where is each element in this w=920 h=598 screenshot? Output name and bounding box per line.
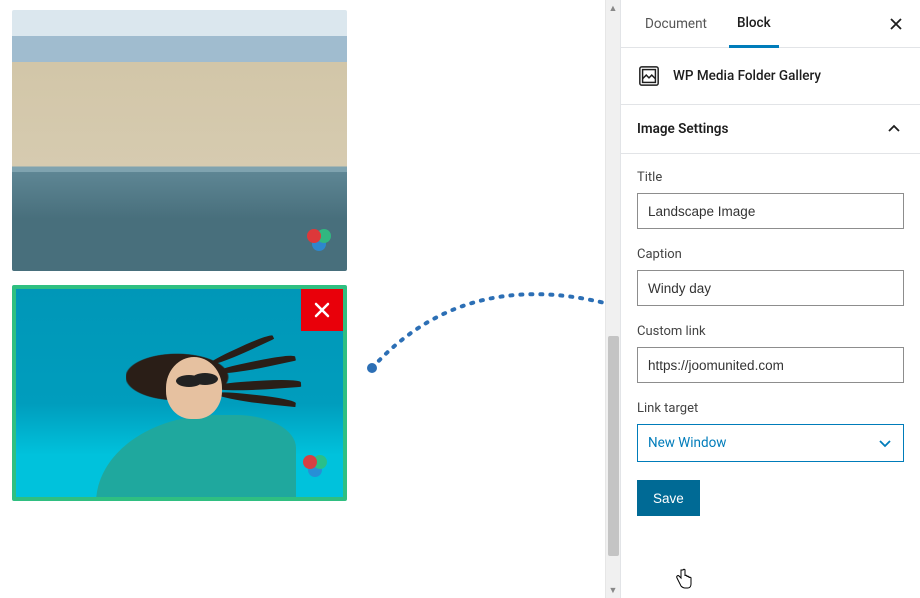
annotation-arrow (350, 270, 605, 390)
close-panel-button[interactable] (884, 12, 908, 36)
close-icon (314, 302, 330, 318)
tab-block[interactable]: Block (729, 0, 779, 48)
scroll-down-icon[interactable]: ▼ (606, 582, 620, 598)
gallery-item-selected[interactable] (12, 285, 347, 501)
link-target-value: New Window (648, 435, 726, 451)
image-settings-toggle[interactable]: Image Settings (621, 105, 920, 154)
chevron-up-icon (884, 119, 904, 139)
block-header: WP Media Folder Gallery (621, 48, 920, 105)
caption-label: Caption (637, 247, 904, 262)
gallery-block-icon (637, 64, 661, 88)
image-content (66, 337, 326, 501)
title-input[interactable] (637, 193, 904, 229)
gallery-item[interactable] (12, 10, 347, 271)
tab-document[interactable]: Document (637, 0, 715, 48)
custom-link-label: Custom link (637, 324, 904, 339)
section-title: Image Settings (637, 121, 728, 137)
save-button[interactable]: Save (637, 480, 700, 516)
link-target-label: Link target (637, 401, 904, 416)
image-settings-panel: Title Caption Custom link Link target Ne… (621, 154, 920, 532)
editor-canvas (0, 0, 605, 598)
remove-image-button[interactable] (301, 289, 343, 331)
watermark-icon (299, 455, 333, 489)
custom-link-input[interactable] (637, 347, 904, 383)
scrollbar-thumb[interactable] (608, 336, 619, 556)
scroll-up-icon[interactable]: ▲ (606, 0, 620, 16)
block-name: WP Media Folder Gallery (673, 68, 821, 84)
close-icon (888, 16, 904, 32)
title-label: Title (637, 170, 904, 185)
caption-input[interactable] (637, 270, 904, 306)
chevron-down-icon (877, 435, 893, 451)
settings-sidebar: Document Block WP Media Folder Gallery I… (620, 0, 920, 598)
sidebar-tabs: Document Block (621, 0, 920, 48)
watermark-icon (303, 229, 337, 263)
scrollbar[interactable]: ▲ ▼ (605, 0, 620, 598)
link-target-select[interactable]: New Window (637, 424, 904, 462)
